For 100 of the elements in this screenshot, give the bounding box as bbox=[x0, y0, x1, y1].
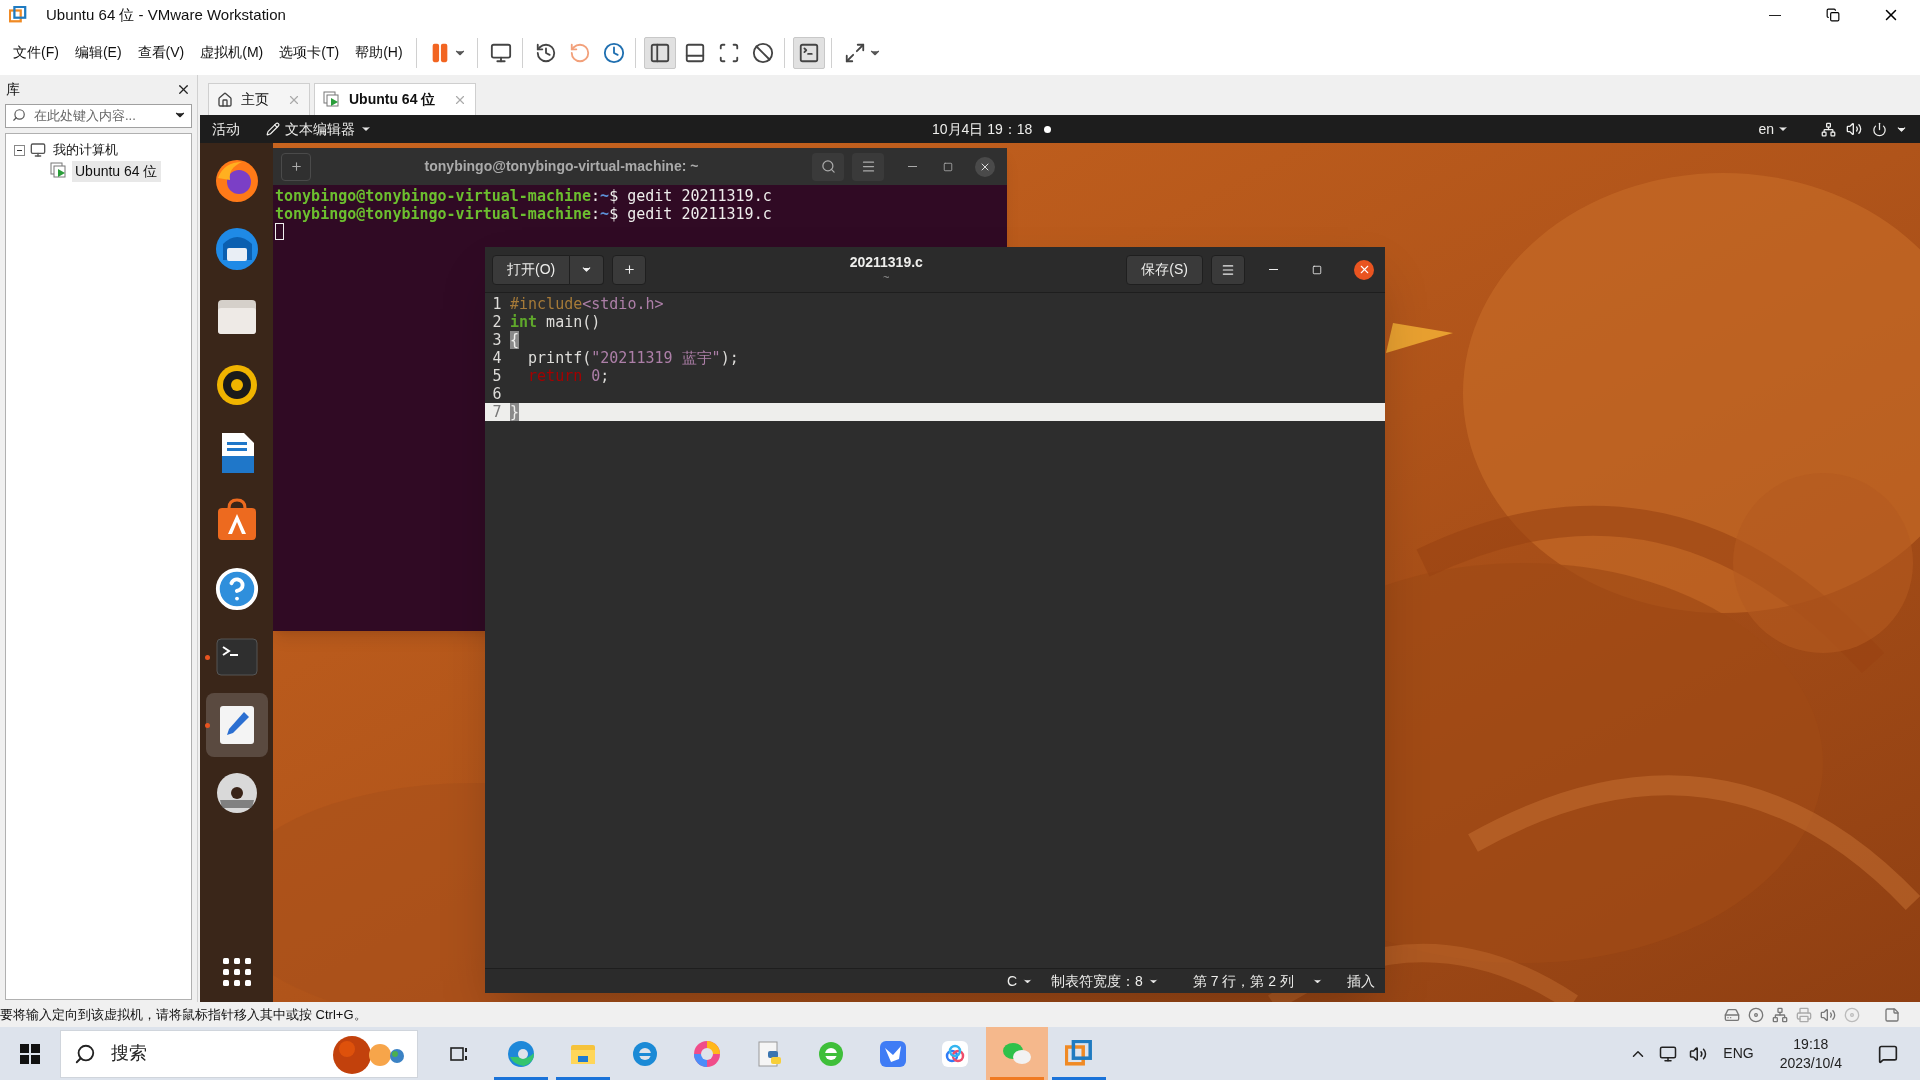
panel-bottom-icon bbox=[683, 41, 706, 64]
language-selector[interactable]: C bbox=[1006, 970, 1034, 992]
help-icon bbox=[213, 566, 260, 612]
panel-left-icon bbox=[648, 41, 671, 64]
expand-icon bbox=[843, 41, 866, 64]
expander-icon[interactable] bbox=[14, 144, 25, 156]
network-icon[interactable] bbox=[1821, 121, 1836, 137]
virtual-machine-icon bbox=[323, 90, 341, 109]
running-indicator bbox=[205, 655, 210, 660]
overlapping-squares-icon bbox=[1065, 1039, 1093, 1068]
toolbar-button[interactable] bbox=[792, 36, 825, 69]
hard-drive-icon[interactable] bbox=[1724, 1006, 1740, 1023]
search-icon bbox=[820, 159, 836, 174]
search-icon bbox=[12, 108, 26, 122]
panel-title: 库 bbox=[6, 79, 20, 99]
color-wheel-icon bbox=[692, 1038, 722, 1069]
revert-icon bbox=[568, 41, 591, 64]
menu-button[interactable] bbox=[1211, 254, 1245, 285]
open-button[interactable]: 打开(O) bbox=[492, 254, 571, 285]
tab[interactable]: Ubuntu 64 位 bbox=[314, 83, 477, 115]
clock-icon bbox=[534, 41, 557, 64]
browser-icon bbox=[506, 1038, 536, 1069]
windows-logo-icon bbox=[20, 1043, 40, 1064]
code-line: return 0; bbox=[527, 367, 610, 385]
tab[interactable]: 主页 bbox=[208, 83, 310, 115]
window-title: 20211319.c bbox=[849, 254, 923, 270]
power-icon[interactable] bbox=[1872, 121, 1887, 137]
status-message: 要将输入定向到该虚拟机，请将鼠标指针移入其中或按 Ctrl+G。 bbox=[0, 1005, 367, 1024]
menu-button[interactable] bbox=[852, 152, 884, 181]
tree-item[interactable]: 我的计算机 bbox=[51, 140, 120, 160]
toolbar-button[interactable] bbox=[643, 36, 676, 69]
app-grid-icon[interactable] bbox=[220, 956, 253, 988]
home-icon bbox=[217, 91, 233, 108]
search-icon bbox=[74, 1042, 96, 1065]
code-line: int main() bbox=[509, 313, 601, 331]
menu-item[interactable]: 文件(F) bbox=[6, 37, 66, 68]
plus-icon bbox=[289, 160, 303, 173]
mail-icon bbox=[213, 226, 260, 272]
volume-icon[interactable] bbox=[1846, 121, 1862, 137]
cloud-icon bbox=[940, 1038, 970, 1069]
text-cursor bbox=[275, 223, 284, 240]
line-number: 1 bbox=[491, 295, 503, 313]
tree-item[interactable]: Ubuntu 64 位 bbox=[72, 160, 161, 182]
taskbar-clock[interactable]: 19:18 2023/10/4 bbox=[1765, 1034, 1856, 1073]
menu-item[interactable]: 查看(V) bbox=[130, 37, 192, 68]
search-field[interactable]: 在此处键入内容... bbox=[5, 103, 192, 128]
line-number: 7 bbox=[491, 403, 503, 421]
window-subtitle: ~ bbox=[883, 269, 890, 285]
language-menu[interactable]: en bbox=[1758, 118, 1789, 140]
close-button[interactable] bbox=[1354, 259, 1374, 280]
insert-mode-label: 插入 bbox=[1347, 971, 1375, 991]
fullscreen-icon bbox=[717, 41, 740, 64]
clock-icon bbox=[602, 41, 625, 64]
code-line: printf("20211319 蓝宇"); bbox=[527, 349, 739, 367]
save-button[interactable]: 保存(S) bbox=[1126, 254, 1203, 285]
bird-icon bbox=[878, 1038, 908, 1069]
running-indicator bbox=[990, 1077, 1044, 1080]
maximize-icon[interactable] bbox=[943, 161, 953, 172]
clock: 10月4日 19：18 bbox=[932, 119, 1033, 139]
note-icon[interactable] bbox=[1884, 1006, 1900, 1023]
code-line: #include<stdio.h> bbox=[509, 295, 664, 313]
computer-icon bbox=[30, 142, 46, 158]
line-number: 5 bbox=[491, 367, 503, 385]
menu-item[interactable]: 编辑(E) bbox=[67, 37, 129, 68]
terminal-icon bbox=[797, 41, 820, 64]
tab-width-selector[interactable]: 制表符宽度：8 bbox=[1051, 970, 1159, 992]
activities-button[interactable]: 活动 bbox=[212, 118, 240, 140]
terminal-line: tonybingo@tonybingo-virtual-machine:~$ gedit 20211319.c bbox=[275, 205, 772, 223]
notifications-icon[interactable] bbox=[1878, 1043, 1898, 1064]
line-number: 3 bbox=[491, 331, 503, 349]
plus-icon bbox=[622, 263, 636, 276]
monitor-icon bbox=[489, 41, 512, 64]
overlapping-squares-icon bbox=[9, 6, 27, 24]
input-language[interactable]: ENG bbox=[1723, 1043, 1754, 1064]
menu-icon bbox=[860, 159, 876, 174]
window-title: tonybingo@tonybingo-virtual-machine: ~ bbox=[424, 157, 699, 176]
menu-item[interactable]: 帮助(H) bbox=[348, 37, 410, 68]
minimize-icon bbox=[1769, 14, 1781, 16]
virtual-machine-icon bbox=[50, 162, 68, 180]
cursor-position-selector[interactable]: 第 7 行，第 2 列 bbox=[1192, 970, 1323, 992]
pencil-icon bbox=[266, 122, 280, 136]
running-indicator bbox=[556, 1077, 610, 1080]
running-indicator bbox=[205, 723, 210, 728]
line-number: 4 bbox=[491, 349, 503, 367]
restore-icon bbox=[1826, 8, 1840, 22]
running-indicator bbox=[494, 1077, 548, 1080]
browser-icon bbox=[213, 158, 260, 204]
search-button[interactable] bbox=[812, 152, 844, 181]
dock-button[interactable] bbox=[205, 693, 268, 757]
close-button[interactable] bbox=[975, 156, 995, 177]
volume-icon[interactable] bbox=[1689, 1044, 1708, 1063]
search-field[interactable]: 搜索 bbox=[60, 1029, 418, 1078]
menu-item[interactable]: 选项卡(T) bbox=[272, 37, 347, 68]
disc-icon[interactable] bbox=[1748, 1006, 1764, 1023]
line-number: 6 bbox=[491, 385, 503, 403]
network-icon[interactable] bbox=[1659, 1044, 1678, 1063]
app-menu[interactable]: 文本编辑器 bbox=[266, 118, 372, 140]
window-title: Ubuntu 64 位 - VMware Workstation bbox=[46, 4, 286, 25]
line-number: 2 bbox=[491, 313, 503, 331]
menu-item[interactable]: 虚拟机(M) bbox=[193, 37, 271, 68]
